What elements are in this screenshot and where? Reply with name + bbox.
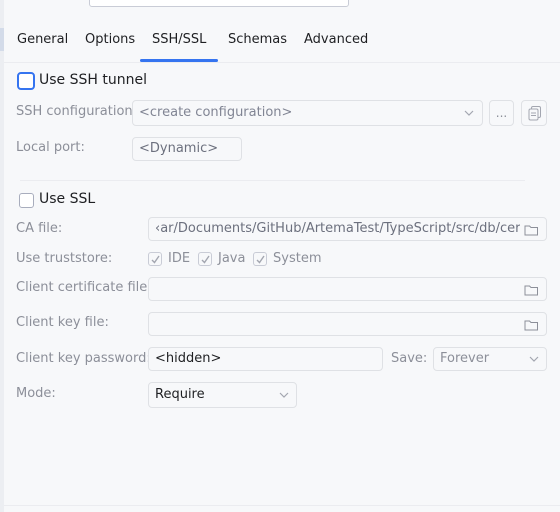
tab-options[interactable]: Options	[85, 28, 135, 62]
use-ssl-label[interactable]: Use SSL	[39, 191, 95, 207]
use-ssl-checkbox[interactable]	[19, 193, 34, 208]
key-password-input[interactable]: <hidden>	[148, 347, 383, 371]
save-select[interactable]: Forever	[433, 347, 547, 371]
mode-label: Mode:	[16, 386, 56, 401]
more-button-label: ...	[495, 106, 508, 120]
copy-config-button[interactable]	[521, 100, 547, 126]
folder-icon[interactable]	[524, 319, 539, 331]
ssh-config-more-button[interactable]: ...	[489, 100, 514, 126]
truststore-java-label[interactable]: Java	[218, 251, 245, 266]
key-password-label: Client key password:	[16, 351, 151, 366]
chevron-down-icon	[464, 110, 474, 116]
local-port-input[interactable]: <Dynamic>	[132, 137, 242, 161]
truststore-ide-checkbox[interactable]	[148, 252, 162, 266]
tab-schemas[interactable]: Schemas	[228, 28, 287, 62]
mode-value: Require	[155, 387, 205, 402]
checkmark-icon	[151, 255, 160, 264]
tab-bar: General Options SSH/SSL Schemas Advanced	[4, 28, 560, 62]
client-key-label: Client key file:	[16, 315, 109, 330]
ca-file-value: ‹ar/Documents/GitHub/ArtemaTest/TypeScri…	[155, 221, 520, 236]
browse-icon[interactable]: ⌐	[326, 0, 334, 4]
ssh-tunnel-checkbox[interactable]	[17, 72, 35, 90]
ssh-config-select[interactable]: <create configuration>	[132, 100, 483, 126]
save-label: Save:	[391, 351, 428, 366]
bottom-divider	[4, 505, 560, 506]
ssh-config-label: SSH configuration:	[16, 104, 138, 119]
folder-icon[interactable]	[524, 284, 539, 296]
ca-file-label: CA file:	[16, 221, 63, 236]
ssh-tunnel-label[interactable]: Use SSH tunnel	[39, 72, 147, 88]
local-port-label: Local port:	[16, 140, 85, 155]
left-panel-edge	[0, 0, 4, 512]
tab-divider	[4, 62, 560, 63]
section-separator	[20, 180, 525, 181]
mode-select[interactable]: Require	[148, 382, 297, 408]
truststore-label: Use truststore:	[16, 251, 113, 266]
truststore-ide-label[interactable]: IDE	[168, 251, 190, 266]
chevron-down-icon	[279, 392, 289, 398]
checkmark-icon	[256, 255, 265, 264]
client-key-input[interactable]	[148, 312, 547, 336]
partial-top-field[interactable]: ⌐	[89, 0, 349, 7]
tab-advanced[interactable]: Advanced	[304, 28, 368, 62]
checkmark-icon	[201, 255, 210, 264]
truststore-system-checkbox[interactable]	[253, 252, 267, 266]
save-value: Forever	[440, 351, 490, 366]
truststore-system-label[interactable]: System	[273, 251, 321, 266]
ssh-config-value: <create configuration>	[139, 105, 293, 120]
tab-general[interactable]: General	[17, 28, 68, 62]
ca-file-input[interactable]: ‹ar/Documents/GitHub/ArtemaTest/TypeScri…	[148, 217, 547, 241]
truststore-java-checkbox[interactable]	[198, 252, 212, 266]
chevron-down-icon	[529, 356, 539, 362]
folder-icon[interactable]	[524, 224, 539, 236]
client-cert-label: Client certificate file:	[16, 280, 152, 295]
client-cert-input[interactable]	[148, 277, 547, 301]
tab-ssh-ssl[interactable]: SSH/SSL	[140, 28, 219, 62]
copy-icon	[528, 106, 541, 121]
